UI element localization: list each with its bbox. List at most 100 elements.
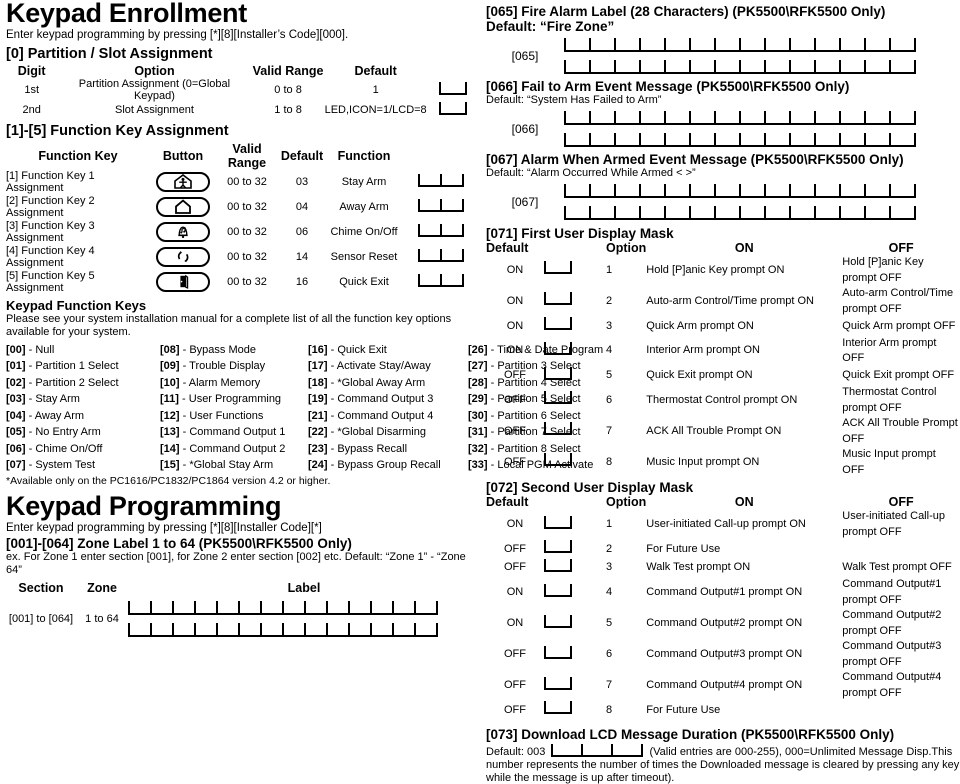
person-in-house-icon[interactable] [156, 171, 210, 192]
s066-entry-row-2[interactable] [564, 133, 960, 148]
char-cell[interactable] [150, 600, 172, 615]
fill-in-box[interactable] [544, 614, 572, 628]
char-cell[interactable] [714, 184, 739, 199]
char-cell[interactable] [764, 111, 789, 126]
char-cell[interactable] [238, 622, 260, 637]
char-cell[interactable] [614, 60, 639, 75]
char-cell[interactable] [348, 600, 370, 615]
char-cell[interactable] [370, 622, 392, 637]
char-cell[interactable] [414, 600, 436, 615]
fill-in-box[interactable] [439, 82, 468, 96]
entry-box[interactable] [544, 558, 606, 578]
char-cell[interactable] [564, 184, 589, 199]
char-cell[interactable] [839, 60, 864, 75]
char-cell[interactable] [714, 133, 739, 148]
button-cell[interactable] [150, 220, 216, 245]
char-cell[interactable] [739, 111, 764, 126]
entry-box[interactable] [544, 385, 606, 416]
button-cell[interactable] [150, 270, 216, 295]
fill-in-box[interactable] [544, 341, 572, 355]
fill-in-box[interactable] [544, 453, 572, 467]
fill-in-box[interactable] [544, 515, 572, 529]
char-cell[interactable] [864, 133, 889, 148]
char-cell[interactable] [392, 622, 414, 637]
char-cell[interactable] [172, 622, 194, 637]
fill-in-box[interactable] [544, 558, 572, 572]
char-cell[interactable] [614, 184, 639, 199]
char-cell[interactable] [564, 60, 589, 75]
char-cell[interactable] [739, 206, 764, 221]
char-cell[interactable] [814, 206, 839, 221]
entry-box[interactable] [544, 317, 606, 336]
fill-in-box[interactable] [544, 676, 572, 690]
char-cell[interactable] [839, 38, 864, 53]
char-cell[interactable] [864, 111, 889, 126]
entry-box[interactable] [427, 78, 480, 102]
entry-box[interactable] [402, 195, 480, 220]
entry-box[interactable] [544, 701, 606, 720]
char-cell[interactable] [814, 38, 839, 53]
char-cell[interactable] [664, 133, 689, 148]
fill-in-box[interactable] [544, 261, 572, 275]
char-cell[interactable] [589, 60, 614, 75]
char-cell[interactable] [839, 206, 864, 221]
fill-in-box[interactable] [544, 583, 572, 597]
s067-entry-row-2[interactable] [564, 206, 960, 221]
char-cell[interactable] [639, 184, 664, 199]
char-cell[interactable] [589, 38, 614, 53]
char-cell[interactable] [714, 60, 739, 75]
entry-box[interactable] [402, 220, 480, 245]
fill-in-box[interactable] [418, 274, 464, 288]
entry-box[interactable] [402, 170, 480, 195]
entry-box[interactable] [427, 102, 480, 118]
door-exit-icon[interactable] [156, 271, 210, 292]
char-cell[interactable] [839, 111, 864, 126]
house-icon[interactable] [156, 196, 210, 217]
char-cell[interactable] [789, 60, 814, 75]
fill-in-box[interactable] [418, 199, 464, 213]
char-cell[interactable] [589, 184, 614, 199]
button-cell[interactable] [150, 170, 216, 195]
char-cell[interactable] [260, 622, 282, 637]
char-cell[interactable] [614, 206, 639, 221]
char-cell[interactable] [564, 133, 589, 148]
char-cell[interactable] [282, 600, 304, 615]
button-cell[interactable] [150, 195, 216, 220]
entry-box[interactable] [544, 447, 606, 478]
s066-entry-row-1[interactable] [564, 111, 960, 126]
char-cell[interactable] [789, 206, 814, 221]
char-cell[interactable] [260, 600, 282, 615]
char-cell[interactable] [789, 38, 814, 53]
char-cell[interactable] [764, 206, 789, 221]
char-cell[interactable] [764, 60, 789, 75]
fill-in-box[interactable] [544, 317, 572, 331]
char-cell[interactable] [689, 184, 714, 199]
char-cell[interactable] [839, 184, 864, 199]
char-cell[interactable] [689, 60, 714, 75]
char-cell[interactable] [304, 600, 326, 615]
char-cell[interactable] [664, 38, 689, 53]
button-cell[interactable] [150, 245, 216, 270]
char-cell[interactable] [814, 60, 839, 75]
fill-in-box[interactable] [544, 422, 572, 436]
char-cell[interactable] [764, 133, 789, 148]
char-cell[interactable] [414, 622, 436, 637]
char-cell[interactable] [564, 38, 589, 53]
char-cell[interactable] [814, 111, 839, 126]
char-cell[interactable] [664, 60, 689, 75]
fill-in-box[interactable] [544, 540, 572, 554]
char-cell[interactable] [238, 600, 260, 615]
bell-music-icon[interactable] [156, 221, 210, 242]
char-cell[interactable] [864, 184, 889, 199]
entry-box[interactable] [544, 286, 606, 317]
char-cell[interactable] [714, 38, 739, 53]
char-cell[interactable] [392, 600, 414, 615]
fill-in-box[interactable] [418, 224, 464, 238]
char-cell[interactable] [714, 111, 739, 126]
char-cell[interactable] [128, 600, 150, 615]
char-cell[interactable] [889, 60, 914, 75]
char-cell[interactable] [814, 133, 839, 148]
s065-entry-row-2[interactable] [564, 60, 960, 75]
char-cell[interactable] [150, 622, 172, 637]
fill-in-box[interactable] [544, 645, 572, 659]
